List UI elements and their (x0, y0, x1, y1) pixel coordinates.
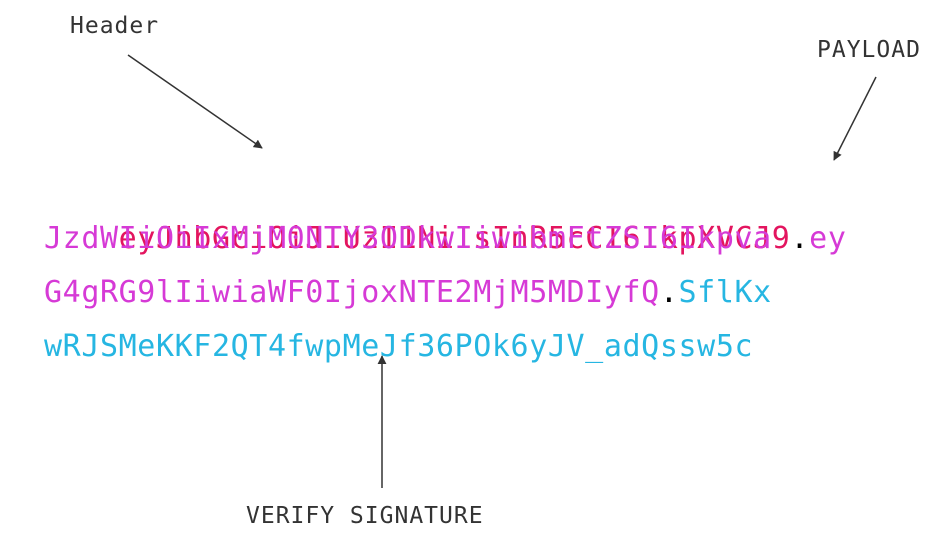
arrows (127, 54, 877, 488)
header-arrow (127, 54, 263, 149)
payload-arrow (833, 76, 877, 161)
